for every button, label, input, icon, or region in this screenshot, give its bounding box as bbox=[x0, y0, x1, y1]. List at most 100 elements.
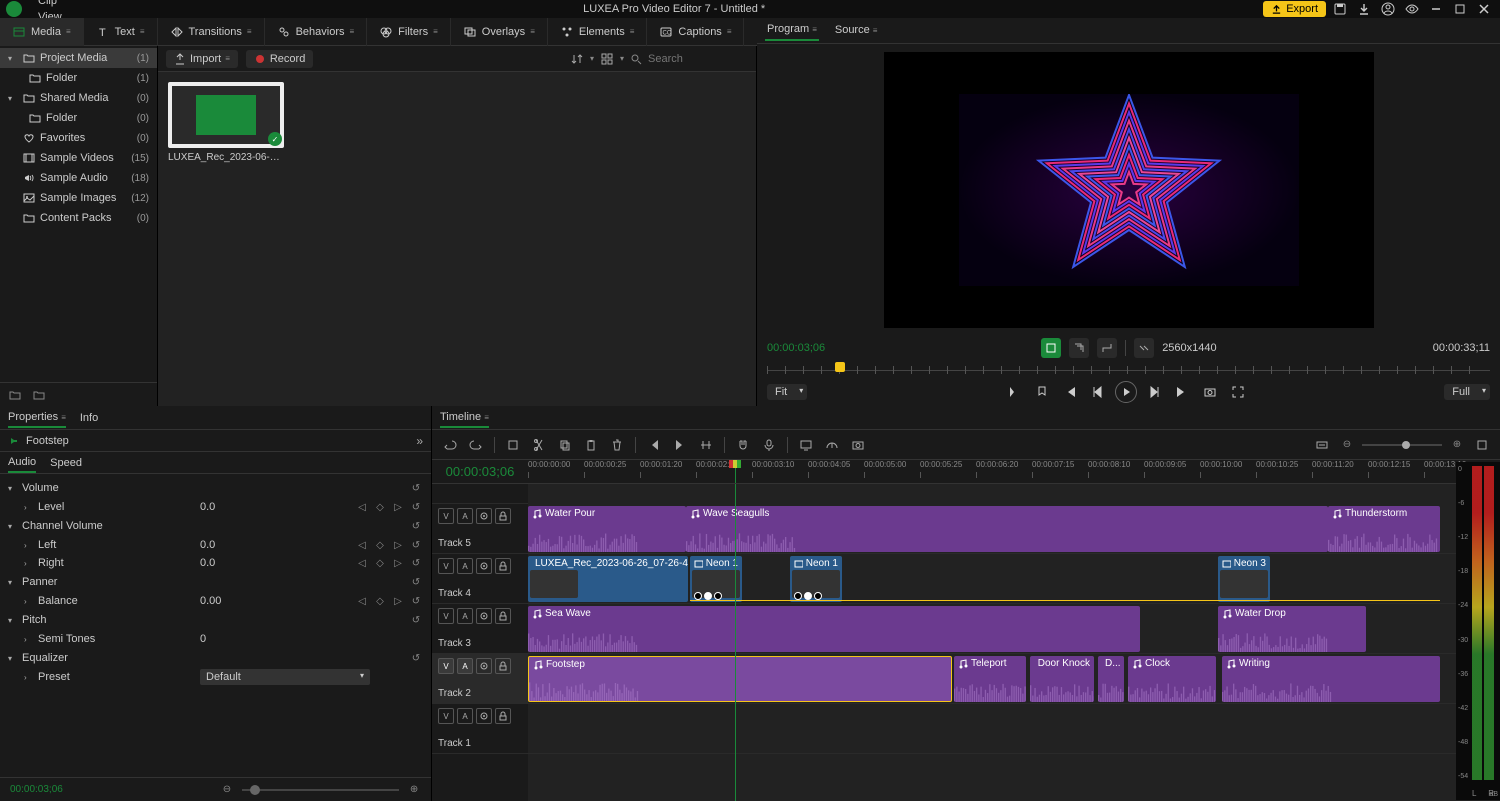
add-kf-icon[interactable]: ◇ bbox=[373, 538, 387, 552]
clip-neon-3[interactable]: Neon 3 bbox=[1218, 556, 1270, 602]
track-v-toggle[interactable]: V bbox=[438, 558, 454, 574]
clip-writing[interactable]: Writing bbox=[1222, 656, 1440, 702]
add-kf-icon[interactable]: ◇ bbox=[373, 556, 387, 570]
reset-icon[interactable]: ↺ bbox=[409, 538, 423, 552]
tab-media[interactable]: Media≡ bbox=[0, 18, 84, 46]
tree-sample-audio[interactable]: Sample Audio(18) bbox=[0, 168, 157, 188]
fullscreen-icon[interactable] bbox=[1227, 381, 1249, 403]
reset-icon[interactable]: ↺ bbox=[409, 594, 423, 608]
screen-icon[interactable] bbox=[796, 435, 816, 455]
tree-sample-images[interactable]: Sample Images(12) bbox=[0, 188, 157, 208]
tl-zoom-in-icon[interactable]: ⊕ bbox=[1450, 438, 1464, 452]
goto-start-icon[interactable] bbox=[1059, 381, 1081, 403]
menu-clip[interactable]: Clip bbox=[30, 0, 85, 9]
delete-icon[interactable] bbox=[607, 435, 627, 455]
playhead[interactable] bbox=[735, 460, 736, 483]
add-kf-icon[interactable]: ◇ bbox=[373, 500, 387, 514]
track-lock-icon[interactable] bbox=[495, 508, 511, 524]
play-button[interactable] bbox=[1115, 381, 1137, 403]
aspect-icon[interactable] bbox=[1134, 338, 1154, 358]
next-kf-icon[interactable]: ▷ bbox=[391, 594, 405, 608]
download-icon[interactable] bbox=[1354, 1, 1374, 17]
track-visibility-icon[interactable] bbox=[476, 658, 492, 674]
track-v-toggle[interactable]: V bbox=[438, 508, 454, 524]
track-lock-icon[interactable] bbox=[495, 558, 511, 574]
marker-icon[interactable] bbox=[1031, 381, 1053, 403]
set-range-icon[interactable] bbox=[696, 435, 716, 455]
tab-filters[interactable]: Filters≡ bbox=[367, 18, 451, 46]
track-header-track-5[interactable]: VATrack 5 bbox=[432, 504, 528, 554]
redo-icon[interactable] bbox=[466, 435, 486, 455]
subtab-audio[interactable]: Audio bbox=[8, 453, 36, 473]
track-a-toggle[interactable]: A bbox=[457, 508, 473, 524]
prev-marker-icon[interactable] bbox=[644, 435, 664, 455]
track-lane[interactable] bbox=[528, 704, 1500, 754]
track-header-track-2[interactable]: VATrack 2 bbox=[432, 654, 528, 704]
tl-maximize-icon[interactable] bbox=[1472, 435, 1492, 455]
tree-shared-media[interactable]: ▾Shared Media(0) bbox=[0, 88, 157, 108]
maximize-button[interactable] bbox=[1450, 1, 1470, 17]
clip-neon-1[interactable]: Neon 1 bbox=[790, 556, 842, 602]
track-v-toggle[interactable]: V bbox=[438, 708, 454, 724]
next-kf-icon[interactable]: ▷ bbox=[391, 556, 405, 570]
reset-icon[interactable]: ↺ bbox=[409, 519, 423, 533]
clip-water-pour[interactable]: Water Pour bbox=[528, 506, 686, 552]
tree-project-media[interactable]: ▾Project Media(1) bbox=[0, 48, 157, 68]
goto-end-icon[interactable] bbox=[1171, 381, 1193, 403]
speed-icon[interactable] bbox=[822, 435, 842, 455]
prev-kf-icon[interactable]: ◁ bbox=[355, 594, 369, 608]
timeline-ruler[interactable]: 00:00:00:0000:00:00:2500:00:01:2000:00:0… bbox=[528, 460, 1500, 483]
clip-water-drop[interactable]: Water Drop bbox=[1218, 606, 1366, 652]
track-visibility-icon[interactable] bbox=[476, 558, 492, 574]
reset-icon[interactable]: ↺ bbox=[409, 613, 423, 627]
search-input[interactable] bbox=[648, 53, 748, 65]
new-folder-icon[interactable] bbox=[8, 388, 22, 402]
safe-zones-icon[interactable] bbox=[1041, 338, 1061, 358]
clip-d---[interactable]: D... bbox=[1098, 656, 1124, 702]
track-a-toggle[interactable]: A bbox=[457, 658, 473, 674]
tree-sample-videos[interactable]: Sample Videos(15) bbox=[0, 148, 157, 168]
tree-folder[interactable]: Folder(0) bbox=[0, 108, 157, 128]
section-volume[interactable]: ▾Volume↺ bbox=[0, 478, 431, 498]
sort-icon[interactable] bbox=[570, 52, 584, 66]
paste-icon[interactable] bbox=[581, 435, 601, 455]
track-visibility-icon[interactable] bbox=[476, 608, 492, 624]
mic-icon[interactable] bbox=[759, 435, 779, 455]
resize-icon[interactable] bbox=[1097, 338, 1117, 358]
clip-sea-wave[interactable]: Sea Wave bbox=[528, 606, 1140, 652]
props-zoom-slider[interactable] bbox=[242, 789, 399, 791]
prev-kf-icon[interactable]: ◁ bbox=[355, 538, 369, 552]
folder-icon[interactable] bbox=[32, 388, 46, 402]
import-button[interactable]: Import ≡ bbox=[166, 50, 238, 68]
fit-select[interactable]: Fit▾ bbox=[767, 384, 807, 400]
crop-icon[interactable] bbox=[1069, 338, 1089, 358]
track-lock-icon[interactable] bbox=[495, 658, 511, 674]
track-header-track-4[interactable]: VATrack 4 bbox=[432, 554, 528, 604]
track-v-toggle[interactable]: V bbox=[438, 658, 454, 674]
split-icon[interactable] bbox=[529, 435, 549, 455]
track-a-toggle[interactable]: A bbox=[457, 558, 473, 574]
undo-icon[interactable] bbox=[440, 435, 460, 455]
expand-icon[interactable]: » bbox=[416, 434, 423, 448]
media-item[interactable]: ✓LUXEA_Rec_2023-06-26_07-26-4... bbox=[168, 82, 284, 163]
section-channel-volume[interactable]: ▾Channel Volume↺ bbox=[0, 516, 431, 536]
clip-clock[interactable]: Clock bbox=[1128, 656, 1216, 702]
prop-left[interactable]: ›Left0.0◁◇▷↺ bbox=[0, 536, 431, 554]
tab-behaviors[interactable]: Behaviors≡ bbox=[265, 18, 368, 46]
prop-right[interactable]: ›Right0.0◁◇▷↺ bbox=[0, 554, 431, 572]
save-icon[interactable] bbox=[1330, 1, 1350, 17]
tree-folder[interactable]: Folder(1) bbox=[0, 68, 157, 88]
prop-level[interactable]: ›Level0.0◁◇▷↺ bbox=[0, 498, 431, 516]
add-kf-icon[interactable]: ◇ bbox=[373, 594, 387, 608]
next-kf-icon[interactable]: ▷ bbox=[391, 538, 405, 552]
tab-source[interactable]: Source ≡ bbox=[833, 20, 880, 40]
record-button[interactable]: Record bbox=[246, 50, 313, 68]
close-button[interactable] bbox=[1474, 1, 1494, 17]
quality-select[interactable]: Full▾ bbox=[1444, 384, 1490, 400]
view-grid-icon[interactable] bbox=[600, 52, 614, 66]
tab-info[interactable]: Info bbox=[80, 409, 98, 427]
zoom-out-icon[interactable]: ⊖ bbox=[220, 783, 234, 797]
track-a-toggle[interactable]: A bbox=[457, 608, 473, 624]
tab-program[interactable]: Program ≡ bbox=[765, 19, 819, 41]
crop-tool-icon[interactable] bbox=[503, 435, 523, 455]
